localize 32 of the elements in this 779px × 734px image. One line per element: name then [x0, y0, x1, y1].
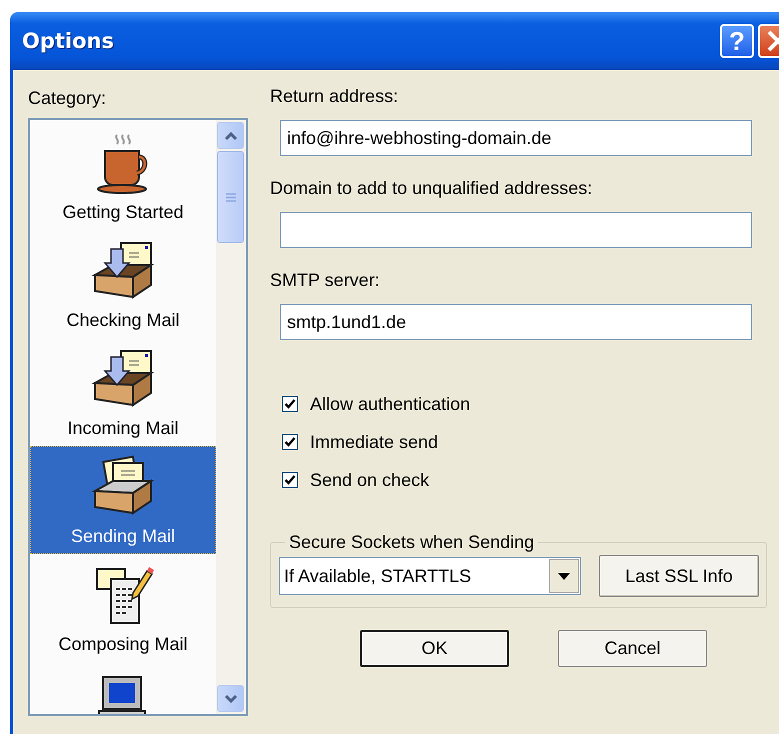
- scroll-up-button[interactable]: [217, 122, 244, 149]
- scroll-down-button[interactable]: [217, 685, 244, 712]
- category-item[interactable]: Incoming Mail: [30, 338, 216, 446]
- category-item[interactable]: Sending Mail: [30, 446, 216, 554]
- input-field[interactable]: info@ihre-webhosting-domain.de: [280, 120, 752, 156]
- checkbox[interactable]: [282, 472, 298, 488]
- checkbox-label: Allow authentication: [310, 394, 470, 414]
- category-item[interactable]: Composing Mail: [30, 554, 216, 662]
- checkbox-label: Immediate send: [310, 432, 438, 452]
- field-label: SMTP server:: [270, 270, 381, 292]
- scrollbar-thumb[interactable]: [217, 151, 244, 243]
- window-title: Options: [22, 29, 115, 53]
- field-label: Return address:: [270, 86, 400, 108]
- ssl-dropdown[interactable]: If Available, STARTTLS: [279, 557, 581, 595]
- category-item[interactable]: Checking Mail: [30, 230, 216, 338]
- checkbox-label: Send on check: [310, 470, 430, 490]
- last-ssl-info-button[interactable]: Last SSL Info: [599, 555, 759, 597]
- down-chevron-icon: [224, 694, 238, 704]
- up-chevron-icon: [224, 130, 238, 140]
- checkbox[interactable]: [282, 434, 298, 450]
- category-item[interactable]: Getting Started: [30, 122, 216, 230]
- category-label: Category:: [28, 88, 108, 108]
- dropdown-arrow-icon: [558, 572, 570, 580]
- input-field[interactable]: smtp.1und1.de: [280, 304, 752, 340]
- checkbox[interactable]: [282, 396, 298, 412]
- group-title: Secure Sockets when Sending: [288, 532, 536, 553]
- dialog-button[interactable]: OK: [360, 630, 509, 667]
- field-label: Domain to add to unqualified addresses:: [270, 178, 594, 200]
- input-field[interactable]: [280, 212, 752, 248]
- dialog-button[interactable]: Cancel: [558, 630, 707, 667]
- help-button[interactable]: ?: [720, 24, 754, 58]
- grip-icon: [226, 192, 236, 202]
